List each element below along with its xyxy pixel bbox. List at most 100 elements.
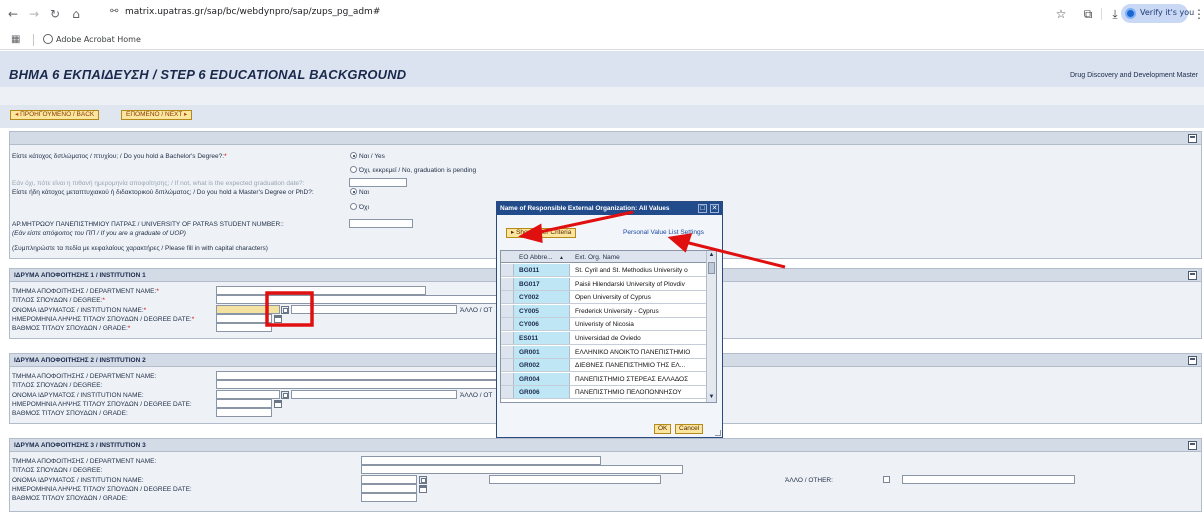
inst1-department-label: ΤΜΗΜΑ ΑΠΟΦΟΙΤΗΣΗΣ / DEPARTMENT NAME:* bbox=[12, 288, 159, 295]
site-info-icon[interactable]: ⚯ bbox=[110, 6, 126, 20]
inst3-other-input[interactable] bbox=[902, 475, 1075, 484]
forward-arrow-icon[interactable]: → bbox=[27, 7, 41, 21]
inst3-degree-input[interactable] bbox=[361, 465, 683, 474]
row-selector[interactable] bbox=[501, 304, 514, 317]
table-row[interactable]: CY006 Univeristy of Nicosia bbox=[501, 318, 707, 332]
home-icon[interactable]: ⌂ bbox=[69, 7, 83, 21]
value-help-icon[interactable] bbox=[419, 476, 427, 484]
col-header-name[interactable]: Ext. Org. Name bbox=[575, 254, 620, 261]
inst2-department-input[interactable] bbox=[216, 371, 498, 380]
inst1-grade-input[interactable] bbox=[216, 323, 272, 332]
menu-dots-icon[interactable]: ⋮ bbox=[1191, 6, 1204, 22]
browser-toolbar: ← → ↻ ⌂ ⚯ matrix.upatras.gr/sap/bc/webdy… bbox=[0, 0, 1204, 30]
reload-icon[interactable]: ↻ bbox=[48, 7, 62, 21]
bachelor-question: Είστε κάτοχος διπλώματος / πτυχίου; / Do… bbox=[12, 153, 227, 160]
table-row[interactable]: BG017 Paisii Hilendarski University of Pl… bbox=[501, 277, 707, 291]
radio-master-no[interactable] bbox=[350, 203, 357, 210]
inst3-institution-input[interactable] bbox=[361, 475, 417, 484]
collapse-icon[interactable] bbox=[1188, 356, 1197, 365]
sort-icon[interactable]: ▲ bbox=[559, 255, 564, 261]
value-help-icon[interactable] bbox=[281, 306, 289, 314]
scroll-up-icon[interactable]: ▲ bbox=[707, 251, 716, 260]
extensions-icon[interactable]: ⧉ bbox=[1080, 6, 1096, 22]
bookmark-adobe[interactable]: Adobe Acrobat Home bbox=[43, 34, 141, 44]
inst3-department-label: ΤΜΗΜΑ ΑΠΟΦΟΙΤΗΣΗΣ / DEPARTMENT NAME: bbox=[12, 458, 157, 465]
inst3-institution-name-display bbox=[489, 475, 661, 484]
resize-handle[interactable] bbox=[715, 430, 721, 436]
col-header-abbrev[interactable]: EO Abbre... bbox=[519, 254, 553, 261]
inst2-date-input[interactable] bbox=[216, 399, 272, 408]
table-row[interactable]: CY002 Open University of Cyprus bbox=[501, 291, 707, 305]
show-filter-button[interactable]: ▸ Show Filter Criteria bbox=[506, 228, 577, 238]
inst3-department-input[interactable] bbox=[361, 456, 601, 465]
verify-identity-button[interactable]: Verify it's you bbox=[1121, 4, 1194, 23]
address-bar[interactable]: ⚯ matrix.upatras.gr/sap/bc/webdynpro/sap… bbox=[98, 3, 1043, 23]
inst2-degree-input[interactable] bbox=[216, 380, 498, 389]
table-row[interactable]: GR004 ΠΑΝΕΠΙΣΤΗΜΙΟ ΣΤΕΡΕΑΣ ΕΛΛΑΔΟΣ bbox=[501, 372, 707, 386]
cell-code: CY006 bbox=[514, 318, 570, 331]
inst1-institution-input[interactable] bbox=[216, 305, 280, 314]
calendar-icon[interactable] bbox=[419, 485, 427, 493]
table-scrollbar[interactable]: ▲ ▼ bbox=[706, 251, 716, 402]
apps-grid-icon[interactable]: ▦ bbox=[11, 34, 20, 45]
calendar-icon[interactable] bbox=[274, 315, 282, 323]
table-row[interactable]: GR002 ΔΙΕΘΝΕΣ ΠΑΝΕΠΙΣΤΗΜΙΟ ΤΗΣ ΕΛ... bbox=[501, 359, 707, 373]
inst1-date-label: ΗΜΕΡΟΜΗΝΙΑ ΛΗΨΗΣ ΤΙΤΛΟΥ ΣΠΟΥΔΩΝ / DEGREE… bbox=[12, 316, 195, 323]
calendar-icon[interactable] bbox=[274, 400, 282, 408]
inst3-grade-label: ΒΑΘΜΟΣ ΤΙΤΛΟΥ ΣΠΟΥΔΩΝ / GRADE: bbox=[12, 495, 128, 502]
row-selector[interactable] bbox=[501, 332, 514, 344]
radio-master-yes[interactable] bbox=[350, 188, 357, 195]
inst2-grade-input[interactable] bbox=[216, 408, 272, 417]
collapse-icon[interactable] bbox=[1188, 441, 1197, 450]
maximize-icon[interactable]: □ bbox=[698, 204, 707, 213]
table-row[interactable]: GR006 ΠΑΝΕΠΙΣΤΗΜΙΟ ΠΕΛΟΠΟΝΝΗΣΟΥ bbox=[501, 386, 707, 400]
cell-name: Univeristy of Nicosia bbox=[575, 321, 634, 329]
program-name: Drug Discovery and Development Master bbox=[1070, 72, 1198, 79]
row-selector[interactable] bbox=[501, 359, 514, 372]
student-number-hint: (Εάν είστε απόφοιτος του ΠΠ / If you are… bbox=[12, 230, 186, 237]
personal-value-list-link[interactable]: Personal Value List Settings bbox=[623, 229, 704, 236]
table-row[interactable]: BG011 St. Cyril and St. Methodius Univers… bbox=[501, 264, 707, 277]
row-selector[interactable] bbox=[501, 345, 514, 358]
table-row[interactable]: ES011 Universidad de Oviedo bbox=[501, 332, 707, 345]
dialog-titlebar[interactable]: Name of Responsible External Organizatio… bbox=[497, 202, 722, 215]
row-selector[interactable] bbox=[501, 386, 514, 399]
page-title: ΒΗΜΑ 6 ΕΚΠΑΙΔΕΥΣΗ / STEP 6 EDUCATIONAL B… bbox=[9, 67, 407, 82]
inst1-institution-name-display bbox=[291, 305, 457, 314]
next-button[interactable]: ΕΠΟΜΕΝΟ / NEXT ▸ bbox=[121, 110, 193, 120]
row-selector[interactable] bbox=[501, 277, 514, 290]
scroll-thumb[interactable] bbox=[708, 262, 715, 274]
value-help-icon[interactable] bbox=[281, 391, 289, 399]
table-row[interactable]: CY005 Frederick University - Cyprus bbox=[501, 304, 707, 318]
collapse-icon[interactable] bbox=[1188, 134, 1197, 143]
inst3-date-input[interactable] bbox=[361, 484, 417, 493]
cell-code: BG011 bbox=[514, 264, 570, 276]
inst2-institution-input[interactable] bbox=[216, 390, 280, 399]
star-icon[interactable]: ☆ bbox=[1053, 6, 1069, 22]
inst3-grade-input[interactable] bbox=[361, 493, 417, 502]
back-arrow-icon[interactable]: ← bbox=[6, 7, 20, 21]
collapse-icon[interactable] bbox=[1188, 271, 1197, 280]
student-number-label: ΑΡ.ΜΗΤΡΩΟΥ ΠΑΝΕΠΙΣΤΗΜΙΟΥ ΠΑΤΡΑΣ / UNIVER… bbox=[12, 221, 284, 228]
inst1-department-input[interactable] bbox=[216, 286, 426, 295]
table-row[interactable]: GR001 ΕΛΛΗΝΙΚΟ ΑΝΟΙΚΤΟ ΠΑΝΕΠΙΣΤΗΜΙΟ bbox=[501, 345, 707, 359]
inst1-date-input[interactable] bbox=[216, 314, 272, 323]
cancel-button[interactable]: Cancel bbox=[675, 424, 704, 434]
row-selector[interactable] bbox=[501, 372, 514, 385]
value-help-dialog: Name of Responsible External Organizatio… bbox=[496, 201, 723, 438]
row-selector[interactable] bbox=[501, 318, 514, 331]
row-selector[interactable] bbox=[501, 291, 514, 304]
ok-button[interactable]: OK bbox=[654, 424, 672, 434]
inst3-degree-label: ΤΙΤΛΟΣ ΣΠΟΥΔΩΝ / DEGREE: bbox=[12, 467, 103, 474]
inst3-other-checkbox[interactable] bbox=[883, 476, 890, 483]
inst1-degree-input[interactable] bbox=[216, 295, 498, 304]
row-selector[interactable] bbox=[501, 264, 514, 276]
back-button[interactable]: ◂ ΠΡΟΗΓΟΥΜΕΝΟ / BACK bbox=[10, 110, 100, 120]
scroll-down-icon[interactable]: ▼ bbox=[707, 393, 716, 402]
cell-name: ΕΛΛΗΝΙΚΟ ΑΝΟΙΚΤΟ ΠΑΝΕΠΙΣΤΗΜΙΟ bbox=[575, 348, 691, 356]
close-icon[interactable]: ✕ bbox=[710, 204, 719, 213]
grad-date-input[interactable] bbox=[349, 178, 407, 187]
radio-bachelor-pending[interactable] bbox=[350, 166, 357, 173]
radio-bachelor-yes[interactable] bbox=[350, 152, 357, 159]
student-number-input[interactable] bbox=[349, 219, 413, 228]
